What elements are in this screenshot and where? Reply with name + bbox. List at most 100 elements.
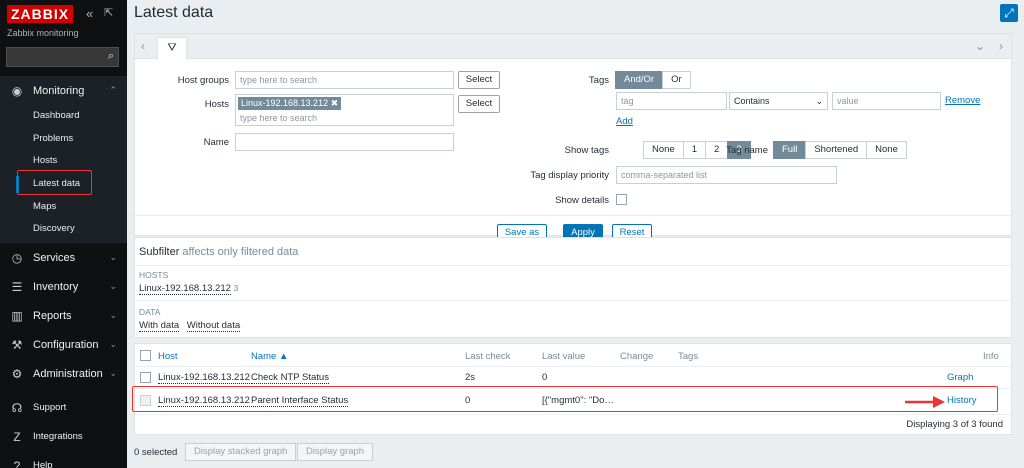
name-input[interactable] <box>235 133 454 151</box>
zabbix-logo[interactable]: ZABBIX <box>7 5 74 23</box>
tag-operator-value: Contains <box>734 96 770 106</box>
column-info: Info <box>983 351 999 362</box>
chevron-right-icon[interactable]: › <box>999 39 1003 53</box>
logo-row: ZABBIX <box>7 5 74 23</box>
menu-monitoring-label: Monitoring <box>33 84 85 97</box>
and-or-option[interactable]: And/Or <box>615 71 664 89</box>
tag-operator-select[interactable]: Contains ⌄ <box>729 92 828 110</box>
wrench-icon: ⚒ <box>11 337 23 352</box>
fullscreen-icon[interactable]: ⤢ <box>1000 4 1018 22</box>
hosts-select-button[interactable]: Select <box>458 95 500 113</box>
subfilter-divider <box>135 300 1011 301</box>
tag-name-none[interactable]: None <box>866 141 907 159</box>
menu-reports-label: Reports <box>33 309 72 322</box>
tag-name-shortened[interactable]: Shortened <box>805 141 868 159</box>
tag-input[interactable]: tag <box>616 92 727 110</box>
row-checkbox[interactable] <box>140 372 151 383</box>
subfilter-data-options: With data Without data <box>139 320 241 332</box>
sidebar: ZABBIX « ⇱ Zabbix monitoring ⌕ ◉ Monitor… <box>0 0 127 468</box>
subfilter-title-text: Subfilter <box>139 246 180 258</box>
menu-services-label: Services <box>33 251 76 264</box>
select-all-checkbox[interactable] <box>140 350 151 361</box>
subfilter-divider <box>135 265 1011 266</box>
subfilter-host-count: 3 <box>233 283 239 293</box>
filter-tab[interactable]: ⛛ <box>157 37 187 60</box>
collapse-sidebar-icon[interactable]: « <box>86 6 93 21</box>
column-name[interactable]: Name ▲ <box>251 351 288 362</box>
host-groups-label: Host groups <box>177 75 229 86</box>
host-groups-select-button[interactable]: Select <box>458 71 500 89</box>
submenu-problems[interactable]: Problems <box>0 128 127 151</box>
chevron-down-icon: ⌄ <box>109 281 117 292</box>
chevron-down-icon: ⌄ <box>109 310 117 321</box>
row-graph-link[interactable]: Graph <box>947 372 973 383</box>
show-details-checkbox[interactable] <box>616 194 627 205</box>
menu-inventory[interactable]: ☰ Inventory ⌄ <box>0 272 127 301</box>
arrow-right-icon <box>905 396 945 408</box>
bar-chart-icon: ▥ <box>11 308 23 323</box>
subfilter-panel: Subfilter affects only filtered data HOS… <box>134 237 1012 338</box>
tag-display-priority-label: Tag display priority <box>530 170 609 181</box>
row-last-value: 0 <box>542 372 548 383</box>
subfilter-data-header: DATA <box>139 307 161 317</box>
menu-reports[interactable]: ▥ Reports ⌄ <box>0 301 127 330</box>
or-option[interactable]: Or <box>662 71 691 89</box>
integrations-icon: Z <box>13 429 21 444</box>
menu-monitoring[interactable]: ◉ Monitoring ⌃ <box>0 76 127 105</box>
headset-icon: ☊ <box>11 400 23 415</box>
subfilter-host-link[interactable]: Linux-192.168.13.212 <box>139 283 231 295</box>
subfilter-hosts-header: HOSTS <box>139 270 169 280</box>
tags-label: Tags <box>588 75 609 86</box>
submenu-discovery[interactable]: Discovery <box>0 218 127 241</box>
submenu-maps[interactable]: Maps <box>0 196 127 219</box>
gear-icon: ⚙ <box>11 366 23 381</box>
menu-help[interactable]: ? Help <box>0 451 127 468</box>
chevron-left-icon[interactable]: ‹ <box>141 39 145 53</box>
latest-data-table: Host Name ▲ Last check Last value Change… <box>132 343 1012 435</box>
table-footer: Displaying 3 of 3 found <box>906 419 1003 430</box>
hosts-placeholder: type here to search <box>240 113 318 123</box>
menu-integrations[interactable]: Z Integrations <box>0 422 127 451</box>
tag-display-priority-input[interactable]: comma-separated list <box>616 166 837 184</box>
clock-icon: ◷ <box>11 250 23 265</box>
menu-administration[interactable]: ⚙ Administration ⌄ <box>0 359 127 388</box>
menu-services[interactable]: ◷ Services ⌄ <box>0 243 127 272</box>
add-tag-link[interactable]: Add <box>616 116 633 127</box>
host-groups-input[interactable]: type here to search <box>235 71 454 89</box>
show-details-label: Show details <box>555 195 609 206</box>
bottom-action-bar: 0 selected Display stacked graph Display… <box>127 439 1024 468</box>
menu-configuration[interactable]: ⚒ Configuration ⌄ <box>0 330 127 359</box>
row-host[interactable]: Linux-192.168.13.212 <box>158 372 250 384</box>
chevron-down-icon: ⌄ <box>109 252 117 263</box>
show-tags-1[interactable]: 1 <box>682 141 707 159</box>
filter-icon: ⛛ <box>167 42 177 54</box>
display-graph-button[interactable]: Display graph <box>297 443 374 461</box>
search-icon[interactable]: ⌕ <box>108 50 114 63</box>
help-icon: ? <box>13 458 21 468</box>
subfilter-title: Subfilter affects only filtered data <box>139 246 298 258</box>
display-stacked-graph-button[interactable]: Display stacked graph <box>185 443 297 461</box>
hide-sidebar-icon[interactable]: ⇱ <box>104 6 113 19</box>
hosts-label: Hosts <box>204 99 229 110</box>
chevron-down-icon: ⌄ <box>109 368 117 379</box>
tag-value-input[interactable]: value <box>832 92 941 110</box>
row-name[interactable]: Check NTP Status <box>251 372 329 384</box>
sidebar-subtitle: Zabbix monitoring <box>7 28 79 38</box>
remove-tag-link[interactable]: Remove <box>945 95 980 106</box>
tag-name-full[interactable]: Full <box>773 141 807 159</box>
filter-divider <box>135 215 1011 216</box>
eye-icon: ◉ <box>11 83 23 98</box>
show-tags-none[interactable]: None <box>643 141 684 159</box>
subfilter-note: affects only filtered data <box>182 246 299 258</box>
tag-name-label: Tag name <box>726 145 768 156</box>
subfilter-with-data[interactable]: With data <box>139 320 180 332</box>
chevron-down-icon[interactable]: ⌄ <box>975 39 985 53</box>
column-host[interactable]: Host <box>158 351 178 362</box>
menu-support[interactable]: ☊ Support <box>0 393 127 422</box>
main-content: Latest data ⤢ ‹ ⛛ ⌄ › Host groups type h… <box>127 0 1024 468</box>
filter-panel: ‹ ⛛ ⌄ › Host groups type here to search … <box>134 33 1012 242</box>
close-icon[interactable]: ✖ <box>331 98 339 108</box>
submenu-dashboard[interactable]: Dashboard <box>0 105 127 128</box>
sidebar-search-input[interactable]: ⌕ <box>6 47 119 67</box>
subfilter-without-data[interactable]: Without data <box>186 320 241 332</box>
